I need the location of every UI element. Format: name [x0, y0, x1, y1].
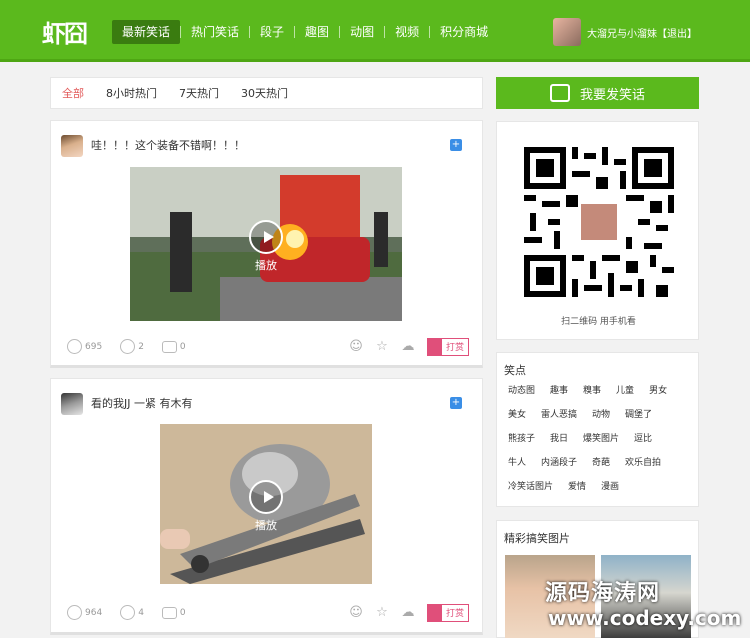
tag-link[interactable]: 冷笑话图片 [508, 481, 553, 493]
favorite-star-icon[interactable]: ☆ [375, 339, 389, 354]
nav-videos[interactable]: 视频 [385, 20, 429, 44]
post-joke-button[interactable]: 我要发笑话 [496, 77, 699, 109]
watermark-url: www.codexy.com [548, 606, 742, 630]
tag-link[interactable]: 动态图 [508, 385, 535, 397]
play-label[interactable]: 播放 [253, 517, 279, 533]
like-count: 964 [85, 607, 103, 618]
smile-icon [67, 339, 82, 354]
post-card: 哇！！！这个装备不错啊！！！ + 播放 695 2 0 ☺ ☆ ☁ 打赏 [50, 120, 483, 368]
video-thumbnail[interactable]: 播放 [130, 167, 402, 321]
tag-link[interactable]: 男女 [649, 385, 667, 397]
share-actions: ☺ ☆ ☁ 打赏 [337, 337, 469, 356]
tip-label: 打赏 [445, 343, 464, 353]
tags-title: 笑点 [504, 364, 526, 377]
comment-button[interactable]: 0 [161, 340, 186, 353]
nav-hot[interactable]: 热门笑话 [181, 20, 249, 44]
cloud-share-icon[interactable]: ☁ [401, 339, 415, 354]
nav-gifs[interactable]: 动图 [340, 20, 384, 44]
filter-7d[interactable]: 7天热门 [179, 85, 219, 101]
frown-icon [120, 339, 136, 354]
tag-list: 动态图 趣事 糗事 儿童 男女 美女 雷人恶搞 动物 碉堡了 熊孩子 我日 爆笑… [504, 385, 696, 505]
filter-bar: 全部 8小时热门 7天热门 30天热门 [50, 77, 483, 109]
post-joke-label: 我要发笑话 [579, 87, 645, 103]
tag-link[interactable]: 爱情 [568, 481, 586, 493]
like-button[interactable]: 695 [67, 339, 102, 354]
dislike-button[interactable]: 4 [120, 605, 144, 620]
comment-button[interactable]: 0 [161, 606, 186, 619]
main-nav: 最新笑话 热门笑话 段子 趣图 动图 视频 积分商城 [112, 20, 498, 44]
tag-link[interactable]: 动物 [592, 409, 610, 421]
tag-link[interactable]: 趣事 [550, 385, 568, 397]
avatar[interactable] [61, 135, 83, 157]
site-logo[interactable]: 虾囧 [42, 14, 94, 48]
top-navbar: 虾囧 最新笑话 热门笑话 段子 趣图 动图 视频 积分商城 大溜兄与小溜妹 【退… [0, 0, 750, 62]
tag-link[interactable]: 美女 [508, 409, 526, 421]
play-label[interactable]: 播放 [253, 257, 279, 273]
qq-share-icon[interactable]: ☺ [349, 339, 363, 354]
post-actions: 964 4 0 ☺ ☆ ☁ 打赏 [67, 603, 477, 622]
tags-panel: 笑点 动态图 趣事 糗事 儿童 男女 美女 雷人恶搞 动物 碉堡了 熊孩子 我日… [496, 352, 699, 507]
cloud-share-icon[interactable]: ☁ [401, 605, 415, 620]
tag-link[interactable]: 奇葩 [592, 457, 610, 469]
post-actions: 695 2 0 ☺ ☆ ☁ 打赏 [67, 337, 477, 356]
tag-link[interactable]: 儿童 [616, 385, 634, 397]
user-panel: 大溜兄与小溜妹 【退出】 [553, 18, 697, 46]
tag-link[interactable]: 碉堡了 [625, 409, 652, 421]
filter-30d[interactable]: 30天热门 [241, 85, 288, 101]
tag-link[interactable]: 我日 [550, 433, 568, 445]
avatar[interactable] [553, 18, 581, 46]
dislike-count: 2 [138, 341, 144, 352]
tag-link[interactable]: 漫画 [601, 481, 619, 493]
gift-icon [427, 604, 442, 621]
tag-link[interactable]: 雷人恶搞 [541, 409, 577, 421]
like-button[interactable]: 964 [67, 605, 102, 620]
tip-button[interactable]: 打赏 [426, 603, 469, 622]
qq-share-icon[interactable]: ☺ [349, 605, 363, 620]
tag-link[interactable]: 牛人 [508, 457, 526, 469]
comment-count: 0 [179, 607, 186, 618]
post-title[interactable]: 哇！！！这个装备不错啊！！！ [91, 137, 245, 153]
play-icon[interactable] [249, 480, 283, 514]
comment-icon [161, 606, 177, 619]
filter-all[interactable]: 全部 [62, 85, 84, 101]
watermark-title: 源码海涛网 [545, 581, 661, 606]
qr-caption: 扫二维码 用手机看 [561, 317, 636, 327]
like-count: 695 [85, 341, 103, 352]
dislike-count: 4 [138, 607, 144, 618]
avatar[interactable] [61, 393, 83, 415]
nav-points-mall[interactable]: 积分商城 [430, 20, 498, 44]
favorite-star-icon[interactable]: ☆ [375, 605, 389, 620]
qr-code [524, 147, 674, 297]
tag-link[interactable]: 熊孩子 [508, 433, 535, 445]
tag-link[interactable]: 糗事 [583, 385, 601, 397]
tip-button[interactable]: 打赏 [426, 337, 469, 356]
play-icon[interactable] [249, 220, 283, 254]
tag-link[interactable]: 逗比 [634, 433, 652, 445]
filter-8h[interactable]: 8小时热门 [106, 85, 157, 101]
qr-panel: 扫二维码 用手机看 [496, 121, 699, 340]
tag-link[interactable]: 内涵段子 [541, 457, 577, 469]
user-name[interactable]: 大溜兄与小溜妹 [587, 25, 657, 40]
comment-count: 0 [179, 341, 186, 352]
comment-icon [161, 340, 177, 353]
video-thumbnail[interactable]: 播放 [160, 424, 372, 584]
share-actions: ☺ ☆ ☁ 打赏 [337, 603, 469, 622]
tip-label: 打赏 [445, 609, 464, 619]
post-card: 看的我JJ 一紧 有木有 + 播放 964 4 0 ☺ ☆ ☁ 打赏 [50, 378, 483, 635]
tag-link[interactable]: 爆笑图片 [583, 433, 619, 445]
frown-icon [120, 605, 136, 620]
smile-icon [67, 605, 82, 620]
post-title[interactable]: 看的我JJ 一紧 有木有 [91, 395, 192, 411]
nav-jokes[interactable]: 段子 [250, 20, 294, 44]
tag-link[interactable]: 欢乐自拍 [625, 457, 661, 469]
expand-icon[interactable]: + [450, 139, 462, 151]
pics-title: 精彩搞笑图片 [504, 532, 570, 545]
logout-link[interactable]: 【退出】 [657, 25, 697, 40]
nav-funny-pics[interactable]: 趣图 [295, 20, 339, 44]
expand-icon[interactable]: + [450, 397, 462, 409]
nav-latest[interactable]: 最新笑话 [112, 20, 181, 44]
dislike-button[interactable]: 2 [120, 339, 144, 354]
pen-icon [549, 84, 570, 102]
gift-icon [427, 338, 442, 355]
